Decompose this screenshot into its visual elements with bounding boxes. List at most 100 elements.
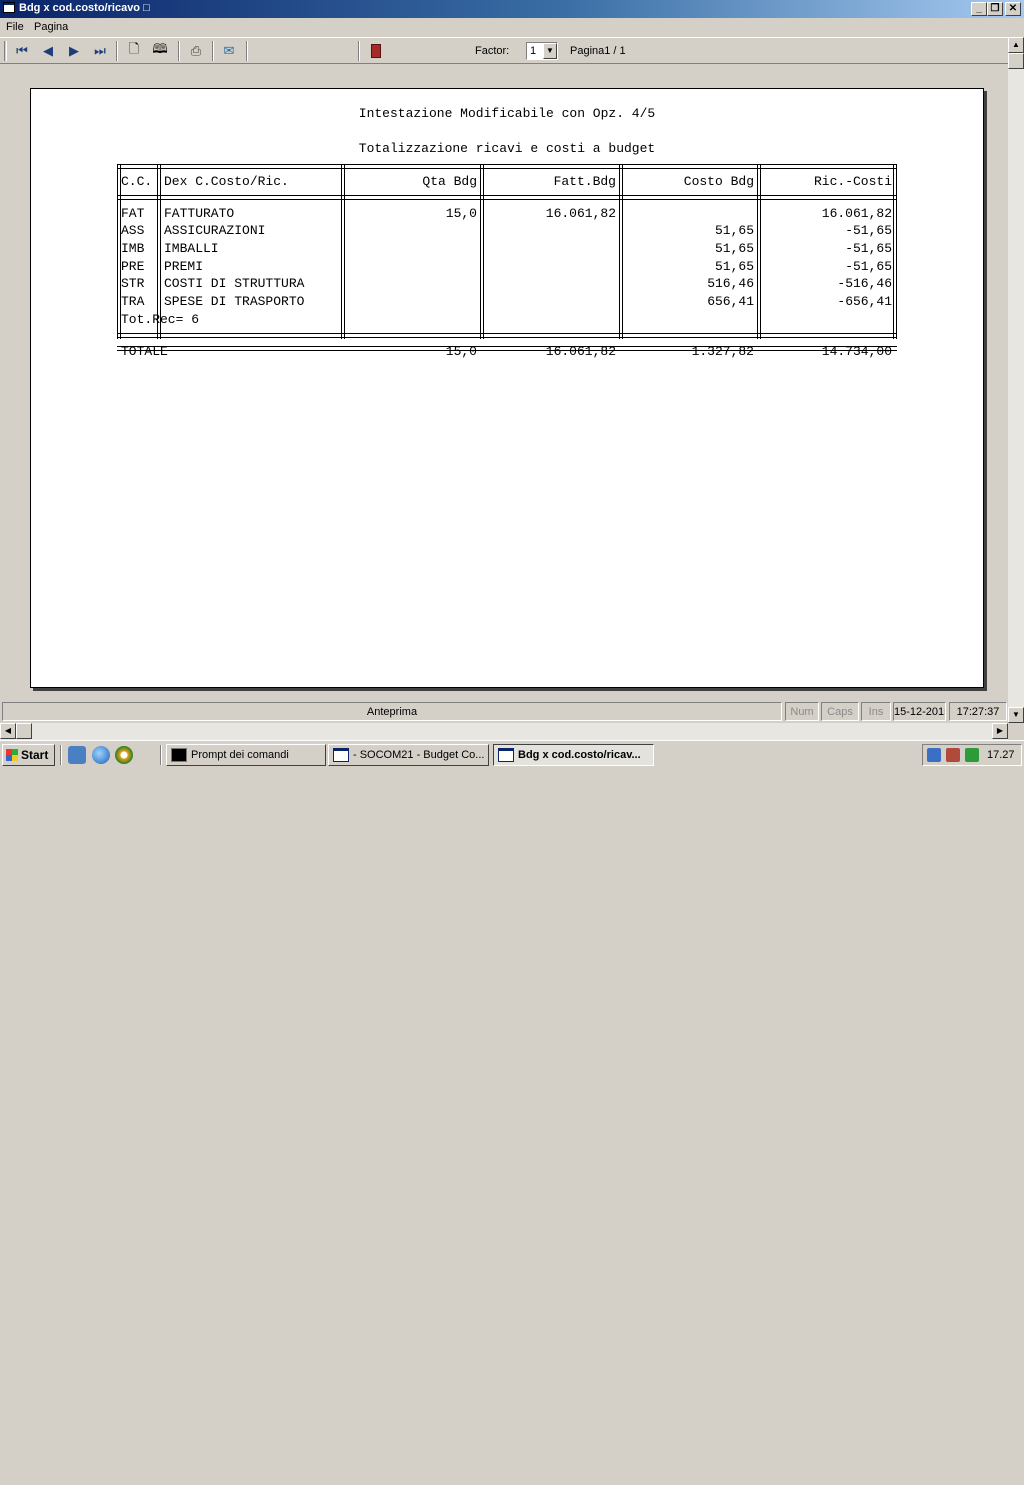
row-dex: FATTURATO <box>164 206 235 221</box>
close-button[interactable]: ✕ <box>1005 2 1021 16</box>
scroll-up-icon[interactable]: ▲ <box>1008 37 1024 53</box>
row-fatt: 16.061,82 <box>545 206 616 221</box>
row-ric: 16.061,82 <box>821 206 892 221</box>
window-title: Bdg x cod.costo/ricavo □ <box>19 2 150 14</box>
show-desktop-icon[interactable] <box>68 746 86 764</box>
table-row: STR COSTI DI STRUTTURA 516,46 -516,46 <box>117 276 897 1155</box>
taskbar-clock[interactable]: 17.27 <box>987 749 1015 761</box>
menu-pagina[interactable]: Pagina <box>34 21 68 33</box>
task-command-prompt[interactable]: Prompt dei comandi <box>166 744 326 766</box>
media-player-icon[interactable] <box>115 746 133 764</box>
row-dex: IMBALLI <box>164 241 219 256</box>
row-dex: ASSICURAZIONI <box>164 223 266 238</box>
minimize-button[interactable]: _ <box>971 2 987 16</box>
prev-page-icon[interactable]: ◀ <box>38 41 58 61</box>
column-rule <box>480 165 484 339</box>
export-icon[interactable]: ✉ <box>219 41 239 61</box>
next-page-icon[interactable]: ▶ <box>64 41 84 61</box>
col-header-dex: Dex C.Costo/Ric. <box>164 174 289 189</box>
total-row: TOTALE 15,0 16.061,82 1.327,82 14.734,00 <box>117 344 897 1455</box>
task-label: Bdg x cod.costo/ricav... <box>518 749 641 761</box>
row-ric: -656,41 <box>837 294 892 309</box>
title-bar: Bdg x cod.costo/ricavo □ _ ❐ ✕ <box>0 0 1024 18</box>
row-ric: -51,65 <box>845 223 892 238</box>
row-dex: COSTI DI STRUTTURA <box>164 276 305 291</box>
single-page-icon[interactable]: 🗋 <box>124 41 144 61</box>
preview-area: Intestazione Modificabile con Opz. 4/5 T… <box>0 64 1008 700</box>
task-label: Prompt dei comandi <box>191 749 289 761</box>
hscroll-thumb[interactable] <box>16 723 32 739</box>
total-ric: 14.734,00 <box>821 344 892 359</box>
table-row: TRA SPESE DI TRASPORTO 656,41 -656,41 <box>117 294 897 1275</box>
total-qta: 15,0 <box>445 344 477 359</box>
report-subtitle: Totalizzazione ricavi e costi a budget <box>358 141 656 156</box>
status-caps: Caps <box>821 702 859 721</box>
status-date: 15-12-2015 <box>893 702 946 721</box>
row-cc: TRA <box>121 294 145 309</box>
task-label: - SOCOM21 - Budget Co... <box>353 749 485 761</box>
internet-explorer-icon[interactable] <box>92 746 110 764</box>
windows-logo-icon <box>6 749 18 761</box>
toolbar-separator <box>246 41 248 61</box>
row-rule <box>117 195 897 200</box>
col-header-cc: C.C. <box>121 174 153 189</box>
toolbar-separator <box>116 41 118 61</box>
first-page-icon[interactable]: ⏮ <box>12 41 32 61</box>
column-rule <box>893 165 897 339</box>
toolbar-separator <box>212 41 214 61</box>
row-rule <box>117 333 897 338</box>
table-row: PRE PREMI 51,65 -51,65 <box>117 259 897 1035</box>
status-ins: Ins <box>861 702 891 721</box>
factor-label: Factor: <box>475 45 510 57</box>
print-icon[interactable]: ⎙ <box>186 41 206 61</box>
menu-file[interactable]: File <box>6 21 24 33</box>
scroll-down-icon[interactable]: ▼ <box>1008 707 1024 723</box>
row-rule <box>117 164 897 169</box>
scroll-thumb[interactable] <box>1008 53 1024 69</box>
start-button[interactable]: Start <box>2 744 55 766</box>
restore-button[interactable]: ❐ <box>987 2 1003 16</box>
scroll-left-icon[interactable]: ◀ <box>0 723 16 739</box>
two-pages-icon[interactable]: 🕮 <box>150 41 170 61</box>
security-icon[interactable] <box>946 748 960 762</box>
row-cc: FAT <box>121 206 145 221</box>
safely-remove-icon[interactable] <box>965 748 979 762</box>
factor-select[interactable]: 1 ▼ <box>526 42 558 60</box>
status-mode: Anteprima <box>2 702 782 721</box>
row-cc: ASS <box>121 223 145 238</box>
toolbar-separator <box>178 41 180 61</box>
toolbar-separator <box>358 41 360 61</box>
task-socom21[interactable]: - SOCOM21 - Budget Co... <box>328 744 489 766</box>
network-icon[interactable] <box>927 748 941 762</box>
command-prompt-icon <box>171 748 187 762</box>
last-page-icon[interactable]: ⏭ <box>90 41 110 61</box>
app-icon[interactable] <box>3 2 15 13</box>
vertical-scrollbar[interactable]: ▲ ▼ <box>1008 37 1024 723</box>
start-label: Start <box>21 748 49 762</box>
report-table: C.C. Dex C.Costo/Ric. Qta Bdg Fatt.Bdg C… <box>117 164 897 359</box>
row-cc: STR <box>121 276 145 291</box>
col-header-ric: Ric.-Costi <box>813 174 892 189</box>
row-cc: PRE <box>121 259 145 274</box>
factor-value: 1 <box>530 45 537 57</box>
col-header-qta: Qta Bdg <box>422 174 477 189</box>
table-row: FAT FATTURATO 15,0 16.061,82 16.061,82 <box>117 206 897 675</box>
horizontal-scrollbar[interactable]: ◀ ▶ <box>0 723 1008 740</box>
chevron-down-icon[interactable]: ▼ <box>543 43 557 59</box>
col-header-costo: Costo Bdg <box>683 174 754 189</box>
row-costo: 516,46 <box>707 276 754 291</box>
status-time: 17:27:37 <box>949 702 1007 721</box>
toolbar-grip <box>4 41 7 61</box>
row-qta: 15,0 <box>445 206 477 221</box>
table-row: IMB IMBALLI 51,65 -51,65 <box>117 241 897 915</box>
status-bar: Anteprima Num Caps Ins 15-12-2015 17:27:… <box>0 700 1008 723</box>
exit-door-icon[interactable] <box>366 41 386 61</box>
row-costo: 51,65 <box>714 259 754 274</box>
scroll-right-icon[interactable]: ▶ <box>992 723 1008 739</box>
taskbar-separator <box>160 745 162 765</box>
row-costo: 656,41 <box>707 294 754 309</box>
total-label: TOTALE <box>121 344 168 359</box>
toolbar: ⏮ ◀ ▶ ⏭ 🗋 🕮 ⎙ ✉ Factor: 1 ▼ Pagina1 / 1 <box>0 37 1008 64</box>
task-bdg-report[interactable]: Bdg x cod.costo/ricav... <box>493 744 654 766</box>
taskbar: Start Prompt dei comandi - SOCOM21 - Bud… <box>0 740 1024 768</box>
